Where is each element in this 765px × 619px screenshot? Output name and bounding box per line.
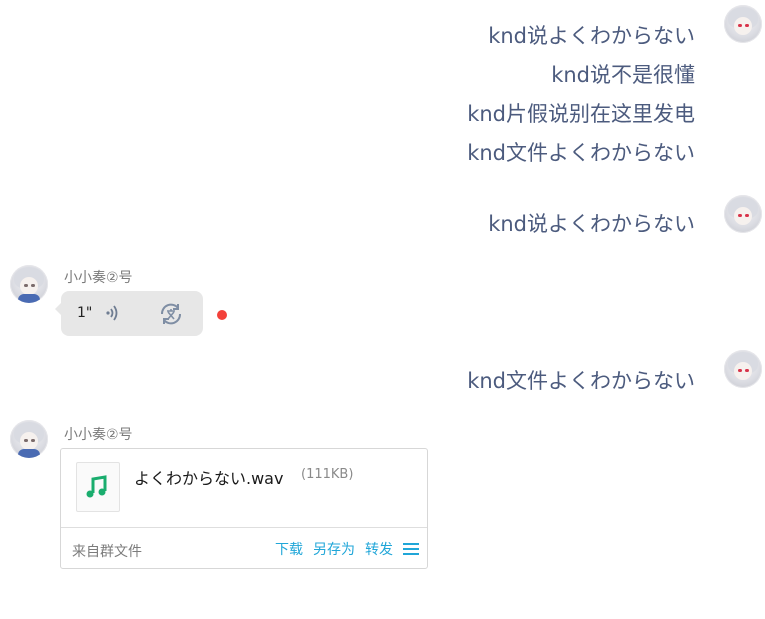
avatar-eye [31, 439, 35, 442]
download-button[interactable]: 下载 [275, 539, 303, 559]
avatar-eye [31, 284, 35, 287]
avatar-face [734, 207, 752, 225]
file-message-card[interactable]: よくわからない.wav (111KB) 来自群文件 下载 另存为 转发 [60, 448, 428, 569]
avatar-eye [745, 369, 749, 372]
forward-button[interactable]: 转发 [365, 539, 393, 559]
voice-message-bubble[interactable]: 1" [55, 291, 203, 336]
voice-duration: 1" [77, 305, 93, 321]
outgoing-message-group: knd文件よくわからない [467, 362, 695, 401]
translate-icon[interactable] [157, 300, 185, 328]
sender-name: 小小奏②号 [64, 270, 133, 286]
avatar-eye [738, 24, 742, 27]
avatar-body [18, 294, 40, 303]
avatar-face [20, 277, 38, 295]
my-avatar[interactable] [724, 5, 762, 43]
my-avatar[interactable] [724, 350, 762, 388]
outgoing-message-group: knd说よくわからない [488, 205, 695, 244]
my-avatar[interactable] [724, 195, 762, 233]
avatar-eye [738, 369, 742, 372]
avatar-eye [24, 284, 28, 287]
menu-icon[interactable] [403, 542, 419, 556]
outgoing-message[interactable]: knd说不是很懂 [467, 56, 695, 95]
avatar-body [18, 449, 40, 458]
sender-avatar[interactable] [10, 420, 48, 458]
sender-avatar[interactable] [10, 265, 48, 303]
avatar-eye [24, 439, 28, 442]
music-file-icon [76, 462, 120, 512]
outgoing-message[interactable]: knd文件よくわからない [467, 134, 695, 173]
outgoing-message[interactable]: knd说よくわからない [488, 205, 695, 244]
avatar-face [20, 432, 38, 450]
avatar-eye [745, 214, 749, 217]
save-as-button[interactable]: 另存为 [313, 539, 355, 559]
avatar-eye [738, 214, 742, 217]
voice-wave-icon [106, 305, 118, 321]
avatar-eye [745, 24, 749, 27]
file-source: 来自群文件 [72, 544, 142, 560]
outgoing-message[interactable]: knd片假说别在这里发电 [467, 95, 695, 134]
outgoing-message-group: knd说よくわからない knd说不是很懂 knd片假说别在这里发电 knd文件よ… [467, 17, 695, 173]
unread-dot [217, 310, 227, 320]
outgoing-message[interactable]: knd说よくわからない [467, 17, 695, 56]
divider [61, 527, 427, 528]
file-size: (111KB) [301, 467, 354, 482]
file-name[interactable]: よくわからない.wav [134, 465, 283, 489]
outgoing-message[interactable]: knd文件よくわからない [467, 362, 695, 401]
sender-name: 小小奏②号 [64, 427, 133, 443]
avatar-face [734, 362, 752, 380]
file-actions: 下载 另存为 转发 [275, 539, 419, 559]
avatar-face [734, 17, 752, 35]
